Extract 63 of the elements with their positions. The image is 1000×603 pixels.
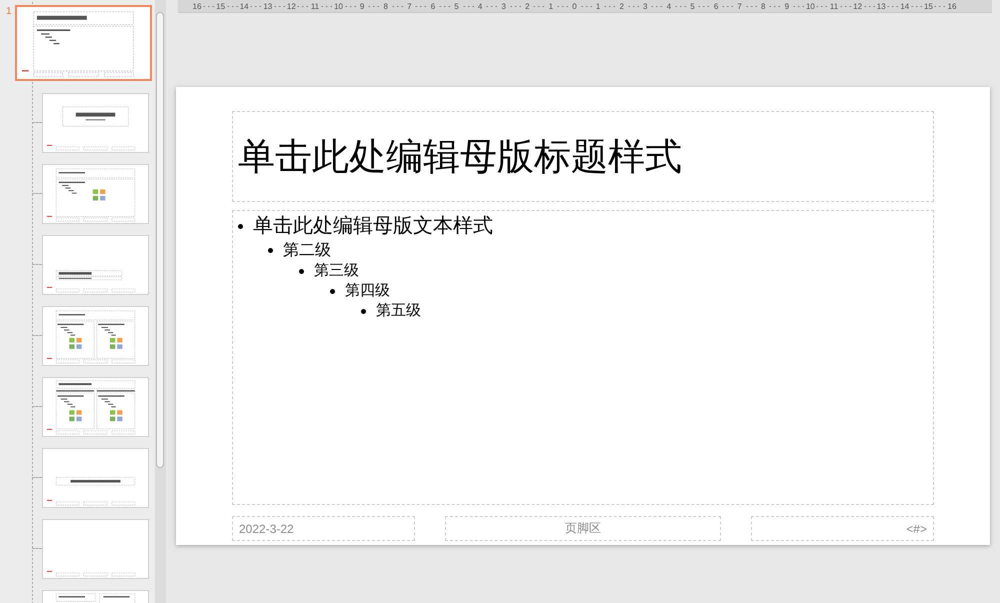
ruler-number: 15 xyxy=(923,2,934,10)
ruler-number: 16 xyxy=(192,2,202,10)
text-placeholder[interactable]: 单击此处编辑母版文本样式 第二级 第三级 第四级 第五级 xyxy=(232,210,934,505)
ruler-number: 7 xyxy=(736,2,743,10)
title-text: 单击此处编辑母版标题样式 xyxy=(238,134,682,178)
slide-thumbnail[interactable] xyxy=(42,518,149,578)
ruler-number: 12 xyxy=(286,2,296,10)
ruler-number: 12 xyxy=(852,2,863,10)
ruler-number: 2 xyxy=(524,2,531,10)
ruler-number: 6 xyxy=(430,2,436,10)
body-text: 第二级 xyxy=(283,241,331,261)
scrollbar[interactable] xyxy=(155,0,166,603)
bullet-icon xyxy=(238,224,243,229)
ruler-number: 0 xyxy=(571,2,578,10)
bullet-icon xyxy=(330,288,335,294)
slide-number: 1 xyxy=(5,5,13,19)
ruler-number: 15 xyxy=(216,2,226,10)
ruler-number: 4 xyxy=(666,2,672,10)
footer-text: 页脚区 xyxy=(565,520,601,537)
ruler-number: 3 xyxy=(642,2,648,10)
ruler-number: 3 xyxy=(500,2,507,10)
ruler-number: 11 xyxy=(310,2,320,10)
ruler-number: 1 xyxy=(548,2,554,10)
slide-thumbnail[interactable] xyxy=(42,92,149,152)
ruler-number: 2 xyxy=(618,2,625,10)
ruler-number: 4 xyxy=(476,2,484,10)
slide-thumbnail[interactable] xyxy=(42,234,149,294)
bullet-icon xyxy=(361,308,366,314)
ruler-number: 5 xyxy=(689,2,696,10)
slide-thumbnail[interactable] xyxy=(42,164,149,224)
date-placeholder[interactable]: 2022-3-22 xyxy=(232,516,415,541)
ruler-number: 9 xyxy=(358,2,366,10)
slide-number-text: <#> xyxy=(906,522,927,536)
ruler-number: 5 xyxy=(453,2,460,10)
date-text: 2022-3-22 xyxy=(239,522,294,536)
ruler-number: 13 xyxy=(876,2,886,10)
slide-number-placeholder[interactable]: <#> xyxy=(751,516,934,541)
ruler-number: 14 xyxy=(900,2,910,10)
scroll-thumb[interactable] xyxy=(156,12,164,468)
ruler-number: 11 xyxy=(829,2,840,10)
ruler-number: 13 xyxy=(262,2,273,10)
title-placeholder[interactable]: 单击此处编辑母版标题样式 xyxy=(232,111,934,202)
slide-thumbnail[interactable] xyxy=(42,448,149,508)
body-text: 第四级 xyxy=(345,281,390,301)
ruler-number: 14 xyxy=(239,2,250,10)
ruler-number: 10 xyxy=(334,2,344,10)
ruler-number: 16 xyxy=(947,2,957,10)
ruler-number: 10 xyxy=(805,2,816,10)
slide-thumbnail[interactable] xyxy=(15,5,152,81)
body-text: 第五级 xyxy=(376,301,421,321)
footer-placeholder[interactable]: 页脚区 xyxy=(445,516,721,541)
body-text: 单击此处编辑母版文本样式 xyxy=(253,214,493,239)
ruler-number: 8 xyxy=(382,2,389,10)
slide-thumbnail[interactable] xyxy=(42,306,149,366)
ruler-number: 8 xyxy=(760,2,766,10)
bullet-icon xyxy=(299,268,304,274)
ruler-number: 9 xyxy=(784,2,790,10)
ruler-number: 1 xyxy=(594,2,602,10)
ruler-number: 6 xyxy=(712,2,720,10)
body-text: 第三级 xyxy=(314,261,359,281)
slide-thumbnail[interactable] xyxy=(42,376,149,436)
bullet-icon xyxy=(268,248,273,253)
ruler-number: 7 xyxy=(406,2,413,10)
